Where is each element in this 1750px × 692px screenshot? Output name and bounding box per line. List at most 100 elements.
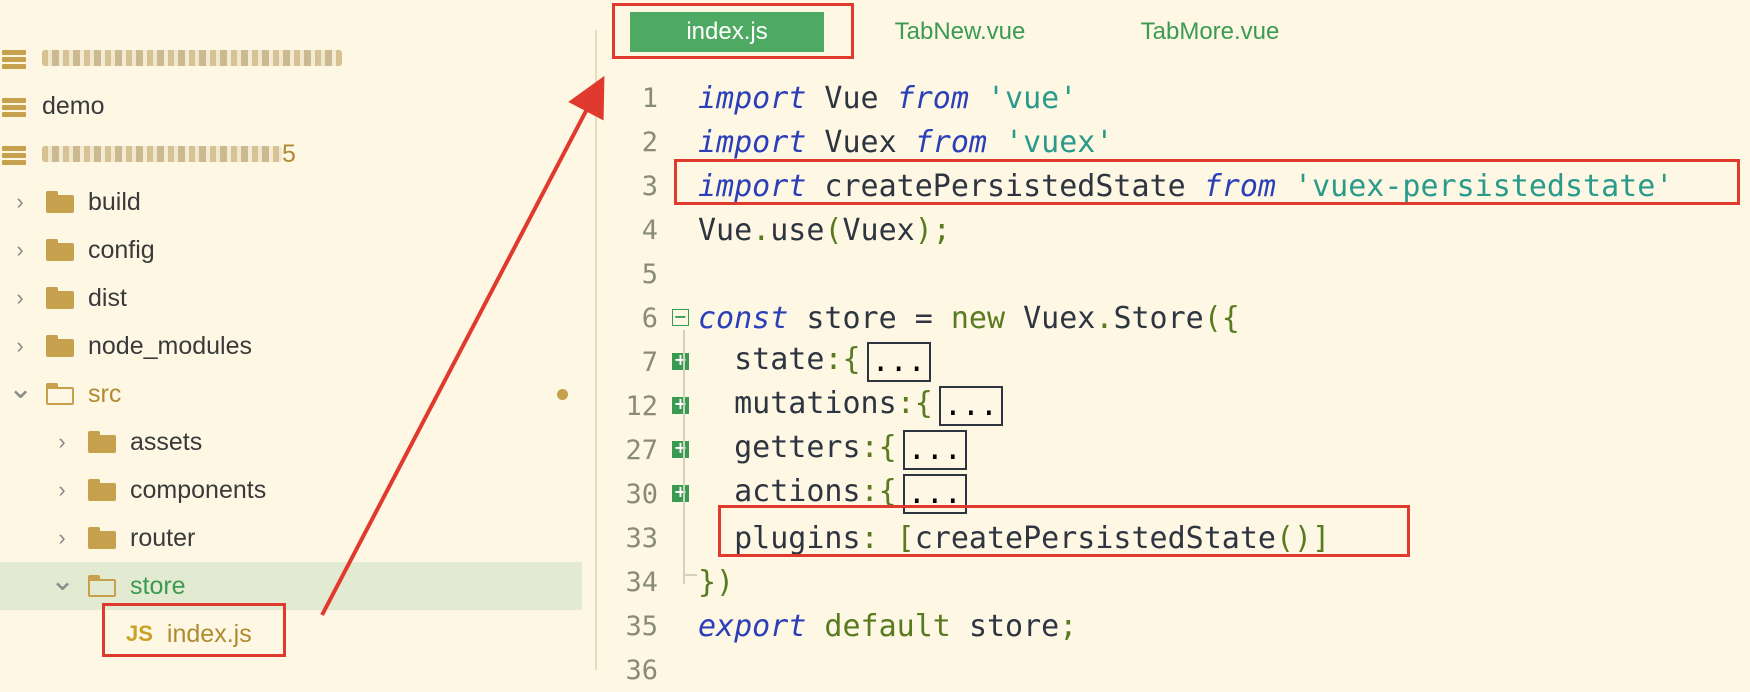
code-token: use	[770, 212, 825, 248]
code-token: store =	[788, 300, 951, 336]
code-text: })	[698, 565, 734, 600]
indent-guide	[683, 330, 685, 584]
code-token: export	[698, 608, 807, 644]
code-line[interactable]: 36	[600, 648, 1750, 692]
chevron-right-icon[interactable]: ›	[8, 285, 32, 311]
line-number: 34	[625, 566, 658, 598]
folder-icon	[88, 575, 118, 597]
code-token: state	[698, 342, 825, 377]
code-text: const store = new Vuex. Store({	[698, 301, 1240, 336]
tree-item-dist[interactable]: › dist	[0, 274, 582, 322]
blurred-project-name	[42, 146, 282, 162]
tree-item-label: store	[130, 571, 186, 600]
tree-item-label: config	[88, 235, 155, 264]
code-token: ({	[1203, 300, 1240, 336]
code-line[interactable]: 1 import Vue from 'vue'	[600, 76, 1750, 120]
chevron-right-icon[interactable]: ›	[8, 189, 32, 215]
chevron-down-icon[interactable]: ⌄	[50, 563, 75, 598]
tab-tabnew-vue[interactable]: TabNew.vue	[880, 12, 1040, 52]
tree-item-index-js[interactable]: JSindex.jsM	[0, 610, 582, 658]
folder-icon	[88, 431, 118, 453]
code-token: default	[806, 608, 969, 644]
code-line[interactable]: 35 export default store;	[600, 604, 1750, 648]
code-line[interactable]: 7 + state:{...	[600, 340, 1750, 384]
tab-label: TabNew.vue	[894, 18, 1026, 45]
tree-item-assets[interactable]: › assets	[0, 418, 582, 466]
code-token: import	[698, 124, 807, 160]
code-token: .	[752, 212, 771, 248]
code-token: 'vue'	[968, 80, 1078, 116]
project-stack-icon	[2, 95, 26, 117]
collapsed-region-marker[interactable]: ...	[902, 430, 967, 470]
tree-item-project[interactable]	[0, 34, 582, 82]
tree-item-node-modules[interactable]: › node_modules	[0, 322, 582, 370]
code-line[interactable]: 27 + getters:{...	[600, 428, 1750, 472]
tree-item-label: build	[88, 187, 141, 216]
collapsed-region-marker[interactable]: ...	[866, 342, 931, 382]
code-token: import	[698, 80, 807, 116]
tree-item-demo[interactable]: demo	[0, 82, 582, 130]
code-token: );	[914, 212, 951, 248]
chevron-right-icon[interactable]: ›	[8, 333, 32, 359]
code-token: :{	[824, 342, 861, 377]
file-explorer-sidebar: demo 5 › build › config › dist › node_modules ⌄ src…	[0, 0, 582, 670]
code-text: mutations:{...	[698, 386, 1003, 426]
line-number: 30	[625, 478, 658, 510]
tree-item-config[interactable]: › config	[0, 226, 582, 274]
folder-icon	[46, 335, 76, 357]
tree-item-label: assets	[130, 427, 203, 456]
tab-tabmore-vue[interactable]: TabMore.vue	[1130, 12, 1290, 52]
code-line[interactable]: 4 Vue. use(Vuex);	[600, 208, 1750, 252]
line-number: 7	[641, 346, 658, 378]
line-number: 3	[641, 170, 658, 202]
blurred-project-name	[42, 50, 342, 66]
collapsed-region-marker[interactable]: ...	[938, 386, 1003, 426]
line-number: 36	[625, 654, 658, 686]
modified-dot	[557, 388, 568, 400]
tree-item-label: 5	[282, 139, 296, 168]
tree-item-router[interactable]: › router	[0, 514, 582, 562]
fold-expand-icon[interactable]: +	[672, 440, 689, 458]
tree-item-label: node_modules	[88, 331, 253, 360]
code-token: })	[698, 564, 735, 600]
folder-icon	[88, 527, 118, 549]
tree-item-src[interactable]: ⌄ src	[0, 370, 582, 418]
code-token: from	[914, 124, 987, 160]
folder-icon	[88, 479, 118, 501]
code-line[interactable]: 2 import Vuex from 'vuex'	[600, 120, 1750, 164]
tree-item-store[interactable]: ⌄ store	[0, 562, 582, 610]
code-token: Vue	[806, 80, 897, 116]
fold-expand-icon[interactable]: +	[672, 352, 689, 370]
line-number: 6	[641, 302, 658, 334]
code-token: ;	[1059, 608, 1078, 644]
panel-divider[interactable]	[595, 30, 597, 670]
fold-collapse-icon[interactable]: −	[672, 309, 689, 326]
code-token: const	[698, 300, 789, 336]
code-token: mutations	[698, 386, 897, 421]
code-text: getters:{...	[698, 430, 967, 470]
code-line[interactable]: 5	[600, 252, 1750, 296]
tree-item-components[interactable]: › components	[0, 466, 582, 514]
chevron-right-icon[interactable]: ›	[8, 237, 32, 263]
line-number: 27	[625, 434, 658, 466]
code-token: Vuex	[842, 212, 915, 248]
code-text: import Vue from 'vue'	[698, 81, 1077, 116]
chevron-down-icon[interactable]: ⌄	[8, 371, 33, 406]
code-line[interactable]: 12 + mutations:{...	[600, 384, 1750, 428]
line-number: 4	[641, 214, 658, 246]
chevron-right-icon[interactable]: ›	[50, 429, 74, 455]
chevron-right-icon[interactable]: ›	[50, 477, 74, 503]
code-line[interactable]: 6− const store = new Vuex. Store({	[600, 296, 1750, 340]
line-number: 12	[625, 390, 658, 422]
chevron-right-icon[interactable]: ›	[50, 525, 74, 551]
code-text: import Vuex from 'vuex'	[698, 125, 1113, 160]
tree-item-5[interactable]: 5	[0, 130, 582, 178]
fold-expand-icon[interactable]: +	[672, 396, 689, 414]
tree-item-label: dist	[88, 283, 127, 312]
folder-icon	[46, 383, 76, 405]
tree-item-build[interactable]: › build	[0, 178, 582, 226]
tab-label: TabMore.vue	[1140, 18, 1280, 45]
code-editor[interactable]: 1 import Vue from 'vue' 2 import Vuex from …	[600, 66, 1750, 686]
code-line[interactable]: 34})	[600, 560, 1750, 604]
fold-expand-icon[interactable]: +	[672, 484, 689, 502]
